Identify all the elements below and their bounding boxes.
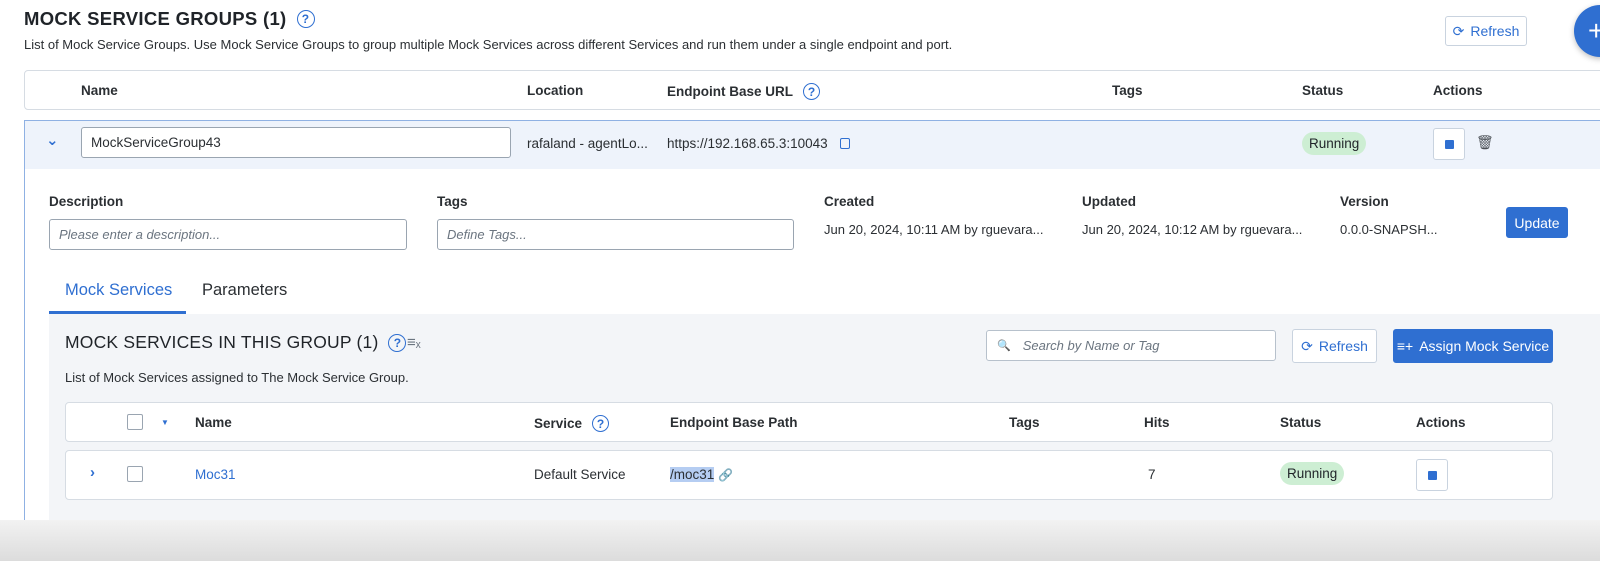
tags-label: Tags bbox=[437, 194, 468, 209]
chevron-right-icon[interactable]: › bbox=[90, 464, 95, 481]
page-title: MOCK SERVICE GROUPS (1) ? bbox=[24, 8, 315, 30]
stop-icon bbox=[1444, 139, 1454, 149]
svc-col-service: Service ? bbox=[534, 415, 610, 432]
services-table-header: ▼ Name Service ? Endpoint Base Path Tags… bbox=[65, 402, 1553, 442]
copy-icon[interactable] bbox=[839, 138, 850, 149]
tab-mock-services[interactable]: Mock Services bbox=[65, 281, 172, 300]
stop-icon bbox=[1427, 470, 1437, 480]
caret-down-icon[interactable]: ▼ bbox=[161, 418, 169, 427]
svc-col-tags: Tags bbox=[1009, 415, 1040, 430]
service-path-text: /moc31 bbox=[670, 467, 715, 482]
svc-col-name[interactable]: Name bbox=[195, 415, 232, 430]
tab-parameters[interactable]: Parameters bbox=[202, 281, 287, 300]
mock-services-subtitle: List of Mock Services assigned to The Mo… bbox=[65, 370, 409, 385]
group-endpoint: https://192.168.65.3:10043 bbox=[667, 136, 850, 151]
service-hits: 7 bbox=[1148, 467, 1156, 482]
col-endpoint: Endpoint Base URL ? bbox=[667, 83, 821, 100]
service-path: /moc31 🔗 bbox=[670, 467, 733, 482]
trash-icon[interactable]: 🗑 bbox=[1476, 134, 1494, 151]
version-value: 0.0.0-SNAPSH... bbox=[1340, 222, 1438, 237]
created-label: Created bbox=[824, 194, 875, 209]
table-row: › Moc31 Default Service /moc31 🔗 7 Runnin… bbox=[65, 450, 1553, 500]
search-box: 🔍 bbox=[986, 330, 1276, 361]
group-row: ⌄ rafaland - agentLo... https://192.168.… bbox=[25, 121, 1600, 169]
description-input[interactable] bbox=[49, 219, 407, 250]
mock-services-title: MOCK SERVICES IN THIS GROUP (1) ? bbox=[65, 332, 407, 353]
chevron-down-icon[interactable]: ⌄ bbox=[46, 131, 59, 149]
group-name-input[interactable] bbox=[81, 127, 511, 158]
page: MOCK SERVICE GROUPS (1) ? List of Mock S… bbox=[0, 0, 1600, 561]
stop-button[interactable] bbox=[1433, 128, 1465, 160]
col-tags: Tags bbox=[1112, 83, 1143, 98]
mock-services-title-text: MOCK SERVICES IN THIS GROUP (1) bbox=[65, 332, 379, 352]
page-title-text: MOCK SERVICE GROUPS (1) bbox=[24, 8, 287, 29]
bottom-shadow bbox=[0, 520, 1600, 561]
assign-mock-service-button[interactable]: ≡+ Assign Mock Service bbox=[1393, 329, 1553, 363]
svc-col-actions: Actions bbox=[1416, 415, 1466, 430]
update-button[interactable]: Update bbox=[1506, 207, 1568, 238]
group-panel: ⌄ rafaland - agentLo... https://192.168.… bbox=[24, 120, 1600, 561]
help-icon[interactable]: ? bbox=[803, 83, 821, 100]
tags-input[interactable] bbox=[437, 219, 794, 250]
version-label: Version bbox=[1340, 194, 1389, 209]
assign-icon: ≡+ bbox=[1396, 338, 1414, 354]
stop-button[interactable] bbox=[1416, 459, 1448, 491]
svc-col-path[interactable]: Endpoint Base Path bbox=[670, 415, 798, 430]
refresh-icon: ⟳ bbox=[1301, 337, 1313, 354]
service-name-link[interactable]: Moc31 bbox=[195, 467, 236, 482]
services-refresh-label: Refresh bbox=[1318, 338, 1368, 354]
clear-filter-icon[interactable]: ≡ₓ bbox=[407, 334, 421, 351]
service-default: Default Service bbox=[534, 467, 626, 482]
created-value: Jun 20, 2024, 10:11 AM by rguevara... bbox=[824, 222, 1044, 237]
col-name[interactable]: Name bbox=[81, 83, 118, 98]
help-icon[interactable]: ? bbox=[296, 10, 315, 28]
search-icon: 🔍 bbox=[997, 340, 1011, 352]
col-status[interactable]: Status bbox=[1302, 83, 1343, 98]
updated-value: Jun 20, 2024, 10:12 AM by rguevara... bbox=[1082, 222, 1303, 237]
status-badge: Running bbox=[1280, 462, 1345, 485]
svc-col-status[interactable]: Status bbox=[1280, 415, 1321, 430]
refresh-button-label: Refresh bbox=[1470, 23, 1520, 39]
select-all-checkbox[interactable] bbox=[127, 414, 143, 430]
add-group-button[interactable]: + bbox=[1574, 5, 1600, 57]
description-label: Description bbox=[49, 194, 124, 209]
col-actions: Actions bbox=[1433, 83, 1483, 98]
group-endpoint-url: https://192.168.65.3:10043 bbox=[667, 136, 828, 151]
plus-icon: + bbox=[1588, 15, 1600, 46]
link-icon[interactable]: 🔗 bbox=[718, 468, 733, 482]
refresh-icon: ⟳ bbox=[1452, 22, 1465, 39]
page-subtitle: List of Mock Service Groups. Use Mock Se… bbox=[24, 37, 953, 52]
group-location: rafaland - agentLo... bbox=[527, 136, 648, 151]
services-refresh-button[interactable]: ⟳ Refresh bbox=[1292, 329, 1377, 363]
updated-label: Updated bbox=[1082, 194, 1136, 209]
groups-table-header: Name Location Endpoint Base URL ? Tags S… bbox=[24, 70, 1600, 110]
col-location[interactable]: Location bbox=[527, 83, 583, 98]
svc-col-hits[interactable]: Hits bbox=[1144, 415, 1170, 430]
assign-button-label: Assign Mock Service bbox=[1419, 338, 1550, 354]
row-checkbox[interactable] bbox=[127, 466, 143, 482]
status-badge: Running bbox=[1302, 132, 1367, 155]
svc-col-service-label[interactable]: Service bbox=[534, 416, 582, 431]
help-icon[interactable]: ? bbox=[592, 415, 610, 432]
refresh-button[interactable]: ⟳ Refresh bbox=[1445, 16, 1527, 46]
search-input[interactable] bbox=[1022, 338, 1263, 353]
help-icon[interactable]: ? bbox=[388, 333, 407, 352]
col-endpoint-label[interactable]: Endpoint Base URL bbox=[667, 84, 793, 99]
